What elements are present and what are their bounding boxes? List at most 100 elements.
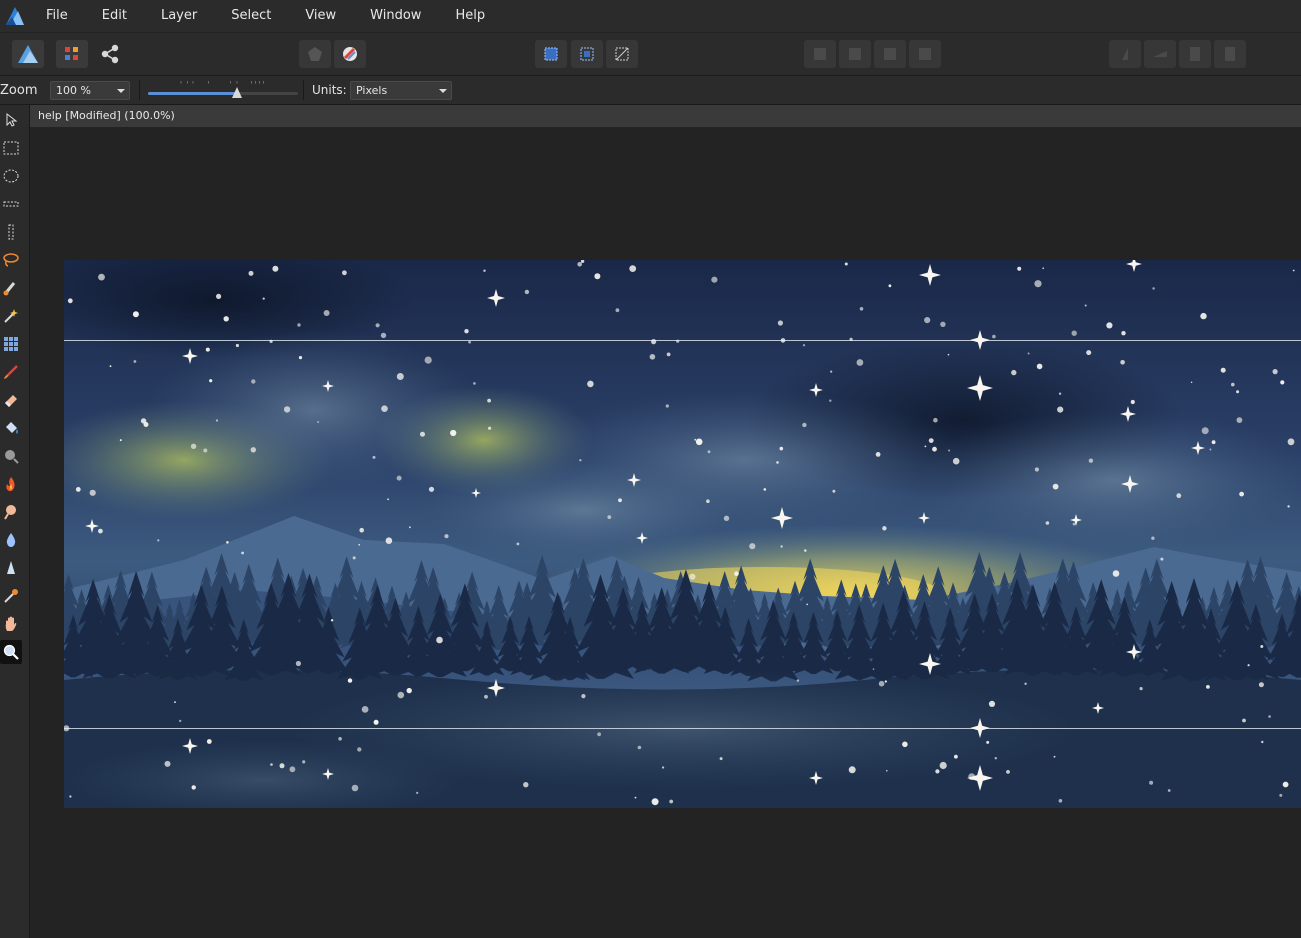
rotate-right-button[interactable]	[1214, 40, 1246, 68]
snow-dot	[450, 429, 457, 437]
arrange-backward-button[interactable]	[839, 40, 871, 68]
tool-rect-marquee[interactable]	[0, 136, 22, 160]
tool-sharpen[interactable]	[0, 556, 22, 580]
snow-dot	[248, 270, 254, 276]
move-arrow-icon	[6, 113, 18, 127]
slider-thumb[interactable]	[231, 87, 242, 98]
flip-vertical-button[interactable]	[1144, 40, 1176, 68]
snow-dot	[1268, 715, 1271, 718]
snow-dot	[488, 426, 492, 430]
snow-dot	[98, 528, 103, 534]
tool-flood-select[interactable]	[0, 304, 22, 328]
snow-dot	[416, 791, 419, 795]
snow-dot	[1139, 687, 1143, 691]
menu-view[interactable]: View	[288, 0, 353, 32]
snow-dot	[385, 537, 393, 544]
magic-wand-icon	[4, 309, 18, 323]
tool-smudge[interactable]	[0, 528, 22, 552]
tool-color-picker[interactable]	[0, 584, 22, 608]
arrange-front-icon	[919, 48, 931, 60]
hand-icon	[5, 616, 17, 631]
tool-view[interactable]	[0, 612, 22, 636]
snow-dot	[1282, 781, 1289, 788]
rotate-left-button[interactable]	[1179, 40, 1211, 68]
snow-dot	[270, 763, 273, 766]
snow-dot	[215, 419, 218, 422]
canvas-area[interactable]	[30, 127, 1301, 938]
paint-bucket-icon	[6, 422, 18, 434]
tool-paint-brush[interactable]	[0, 360, 22, 384]
snow-dot	[615, 308, 620, 313]
menu-layer[interactable]: Layer	[144, 0, 214, 32]
snow-dot	[1088, 458, 1094, 463]
photo-persona-button[interactable]	[12, 40, 44, 68]
tool-column-marquee[interactable]	[0, 220, 22, 244]
snapping-button[interactable]	[334, 40, 366, 68]
snow-dot	[1201, 427, 1209, 435]
snow-dot	[856, 359, 864, 366]
zoom-slider[interactable]	[148, 81, 298, 99]
tool-zoom[interactable]	[0, 640, 22, 664]
units-dropdown[interactable]: Pixels	[350, 81, 452, 100]
snow-dot	[1024, 682, 1027, 685]
snow-dot	[666, 352, 671, 357]
document-canvas-image[interactable]	[64, 260, 1301, 808]
separator	[139, 80, 140, 100]
tool-row-marquee[interactable]	[0, 192, 22, 216]
menu-select[interactable]: Select	[214, 0, 288, 32]
starry-night-watercolor-image	[64, 260, 1301, 808]
snow-dot	[289, 766, 296, 773]
arrange-forward-button[interactable]	[874, 40, 906, 68]
zoom-dropdown[interactable]: 100 %	[50, 81, 130, 100]
menu-bar: File Edit Layer Select View Window Help	[0, 0, 1301, 32]
eraser-icon	[5, 395, 17, 407]
flip-horizontal-button[interactable]	[1109, 40, 1141, 68]
snow-dot	[577, 262, 582, 267]
tool-erase-brush[interactable]	[0, 388, 22, 412]
snow-dot	[802, 422, 807, 428]
document-tab[interactable]: help [Modified] (100.0%)	[30, 105, 1301, 127]
snow-dot	[706, 499, 710, 503]
context-toolbar: Zoom 100 % Units: Pixels	[0, 76, 1301, 105]
arrange-front-button[interactable]	[909, 40, 941, 68]
snow-dot	[1058, 799, 1063, 803]
tool-move[interactable]	[0, 108, 22, 132]
menu-window[interactable]: Window	[353, 0, 438, 32]
tool-freehand-selection[interactable]	[0, 248, 22, 272]
menu-edit[interactable]: Edit	[85, 0, 144, 32]
snow-dot	[886, 769, 888, 772]
assistant-button[interactable]	[299, 40, 331, 68]
menu-help[interactable]: Help	[438, 0, 502, 32]
snow-dot	[776, 461, 779, 464]
snow-dot	[849, 337, 853, 341]
snow-dot	[1247, 664, 1250, 667]
affinity-photo-logo-icon[interactable]	[1, 2, 29, 30]
snow-dot	[381, 405, 388, 412]
snow-dot	[396, 475, 402, 481]
menu-file[interactable]: File	[29, 0, 85, 32]
quick-mask-button[interactable]	[535, 40, 567, 68]
transform-selection-button[interactable]	[606, 40, 638, 68]
snow-dot	[1220, 367, 1226, 373]
snow-dot	[133, 360, 137, 363]
snow-dot	[1176, 493, 1182, 499]
snow-dot	[516, 542, 520, 546]
tool-burn[interactable]	[0, 472, 22, 496]
arrange-back-button[interactable]	[804, 40, 836, 68]
tool-zoom-blur[interactable]	[0, 444, 22, 468]
tool-dodge[interactable]	[0, 500, 22, 524]
snow-dot	[241, 551, 245, 555]
tool-ellipse-marquee[interactable]	[0, 164, 22, 188]
slider-ticks	[180, 81, 264, 84]
pixel-persona-button[interactable]	[56, 40, 88, 68]
snow-dot	[954, 754, 958, 759]
share-button[interactable]	[94, 40, 126, 68]
tool-flood-fill[interactable]	[0, 416, 22, 440]
snow-dot	[779, 446, 784, 451]
refine-selection-button[interactable]	[571, 40, 603, 68]
tool-selection-brush[interactable]	[0, 276, 22, 300]
tool-grid[interactable]	[0, 332, 22, 356]
snow-dot	[216, 293, 222, 299]
snow-dot	[269, 339, 273, 343]
snow-dot	[297, 323, 301, 327]
